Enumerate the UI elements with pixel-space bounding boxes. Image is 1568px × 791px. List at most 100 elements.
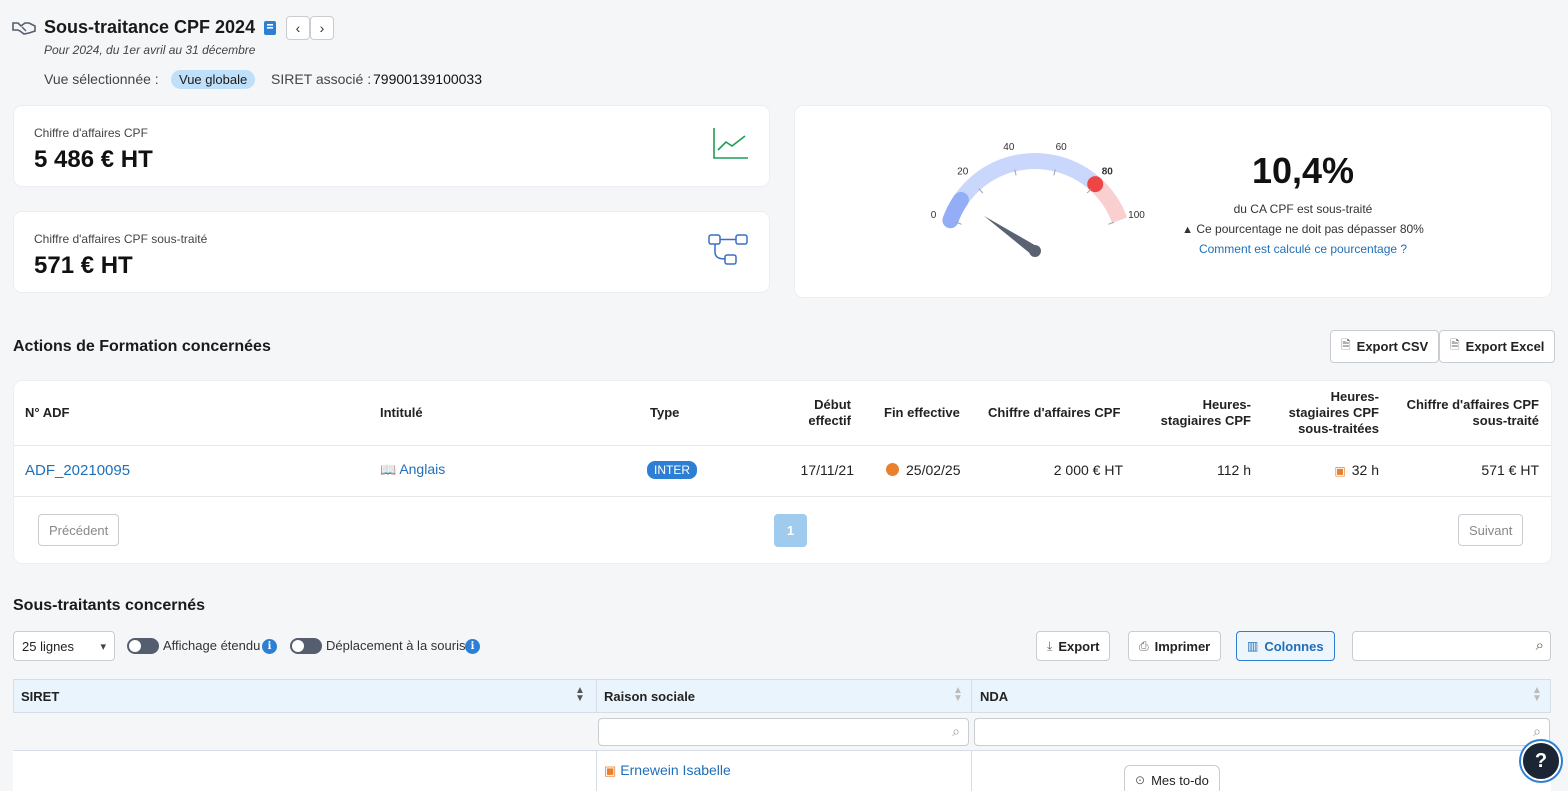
grid-divider [596,751,597,791]
todo-button[interactable]: ⊙ Mes to-do [1124,765,1220,791]
print-label: Imprimer [1154,638,1211,654]
debut-cell: 17/11/21 [800,462,854,478]
col-debut[interactable]: Début effectif [790,397,851,429]
col-intitule[interactable]: Intitulé [380,405,423,421]
next-period-button[interactable]: › [310,16,334,40]
subcontractor-link[interactable]: Ernewein Isabelle [620,762,731,778]
extended-view-label: Affichage étendu [163,638,261,653]
grid-row [13,751,1551,791]
col-heures[interactable]: Heures-stagiaires CPF [1152,397,1251,429]
excel-file-icon: 🗎 [1450,338,1460,352]
gauge-tick-label: 60 [1056,142,1068,153]
book-icon[interactable] [263,20,277,36]
subcontractors-section-title: Sous-traitants concernés [13,597,206,614]
search-icon: ⌕ [952,723,960,739]
gauge-value-band [942,191,969,229]
export-csv-button[interactable]: 🗎 Export CSV [1330,330,1440,363]
gauge-tick-label: 80 [1102,167,1114,178]
trainer-icon: ▣ [1334,464,1346,478]
fin-cell: 25/02/25 [886,462,961,478]
col-fin[interactable]: Fin effective [884,405,960,421]
question-icon: ? [1534,749,1548,772]
grid-divider [971,751,972,791]
gauge-tick-label: 20 [957,167,969,178]
flow-diagram-icon [708,234,748,265]
info-icon[interactable]: i [262,639,277,654]
sort-icon[interactable]: ▲ ▼ [575,686,585,704]
export-csv-label: Export CSV [1356,339,1429,354]
gauge-caption: du CA CPF est sous-traité [1233,202,1373,216]
help-button[interactable]: ? [1521,741,1561,781]
pager-previous-button[interactable]: Précédent [38,514,120,546]
download-icon: ⤓ [1047,638,1053,653]
global-search-input[interactable]: ⌕ [1352,631,1551,661]
printer-icon: ⎙ [1139,638,1149,653]
extended-view-toggle[interactable] [127,638,159,654]
kpi-card-subcontracted: Chiffre d'affaires CPF sous-traité 571 €… [14,212,769,292]
col-heures-st[interactable]: Heures-stagiaires CPF sous-traitées [1284,389,1379,437]
nda-filter-input[interactable]: ⌕ [974,718,1550,746]
gauge-warning: ▲ Ce pourcentage ne doit pas dépasser 80… [1175,222,1431,236]
view-badge[interactable]: Vue globale [171,70,256,89]
header-divider [14,445,1551,446]
chevron-down-icon: ▾ [100,640,106,653]
mouse-drag-label: Déplacement à la souris [326,638,466,653]
gauge-safe-band [942,153,1101,224]
columns-label: Colonnes [1264,638,1324,654]
search-icon: ⌕ [1535,637,1544,654]
siret-label: SIRET associé : [271,71,372,87]
export-excel-label: Export Excel [1465,339,1545,354]
sort-icon[interactable]: ▲ ▼ [953,686,963,704]
check-circle-icon: ⊙ [1135,773,1146,787]
page-title: Sous-traitance CPF 2024 [44,17,256,37]
open-book-icon: 📖 [380,462,397,477]
gauge-card: 0 20 40 60 80 100 10,4% du CA CPF est sous-tr… [795,106,1551,297]
subcontractor-cell[interactable]: ▣ Ernewein Isabelle [604,762,731,779]
gauge-tick-label: 40 [1003,142,1015,153]
columns-button[interactable]: ▥ Colonnes [1236,631,1335,661]
heures-cell: 112 h [1217,462,1251,478]
chevron-left-icon: ‹ [295,20,301,36]
type-badge: INTER [647,461,697,479]
pager-next-button[interactable]: Suivant [1458,514,1524,546]
raison-filter-input[interactable]: ⌕ [598,718,969,746]
col-ca-st[interactable]: Chiffre d'affaires CPF sous-traité [1394,397,1539,429]
adf-link[interactable]: ADF_20210095 [25,462,130,479]
type-badge-cell: INTER [647,461,697,479]
print-button[interactable]: ⎙ Imprimer [1128,631,1222,661]
gauge-help-link[interactable]: Comment est calculé ce pourcentage ? [1175,242,1431,256]
row-divider [14,496,1551,497]
grid-col-nda[interactable]: NDA [980,689,1008,704]
clock-icon [886,463,899,476]
kpi-card-ca: Chiffre d'affaires CPF 5 486 € HT [14,106,769,186]
siret-value: 79900139100033 [373,71,483,87]
grid-col-raison[interactable]: Raison sociale [604,689,695,704]
previous-period-button[interactable]: ‹ [286,16,310,40]
rows-per-page-select[interactable]: 25 lignes ▾ [13,631,115,661]
export-excel-button[interactable]: 🗎 Export Excel [1439,330,1556,363]
sort-icon[interactable]: ▲ ▼ [1532,686,1542,704]
gauge-tick-label: 100 [1128,210,1145,221]
kpi-ca-label: Chiffre d'affaires CPF [34,126,148,140]
mouse-drag-toggle[interactable] [290,638,322,654]
intitule-cell[interactable]: 📖 Anglais [380,461,445,478]
col-type[interactable]: Type [650,405,679,421]
columns-icon: ▥ [1247,639,1259,653]
gauge-warning-text: Ce pourcentage ne doit pas dépasser 80% [1196,222,1424,236]
ca-st-cell: 571 € HT [1481,462,1539,478]
col-ca[interactable]: Chiffre d'affaires CPF [988,405,1120,421]
export-button[interactable]: ⤓ Export [1036,631,1111,661]
kpi-st-label: Chiffre d'affaires CPF sous-traité [34,232,208,246]
gauge-percentage: 10,4% [1251,150,1355,191]
warning-icon: ▲ [1182,224,1194,236]
actions-table: N° ADF Intitulé Type Début effectif Fin … [14,381,1551,563]
info-icon[interactable]: i [465,639,480,654]
view-label: Vue sélectionnée : [44,71,159,87]
trainer-icon: ▣ [604,763,617,778]
intitule-link[interactable]: Anglais [399,461,445,477]
grid-col-siret[interactable]: SIRET [21,689,59,704]
kpi-ca-value: 5 486 € HT [34,146,153,173]
col-adf[interactable]: N° ADF [25,405,69,421]
pager-page-1[interactable]: 1 [774,514,807,547]
percentage-gauge: 0 20 40 60 80 100 [931,142,1145,257]
